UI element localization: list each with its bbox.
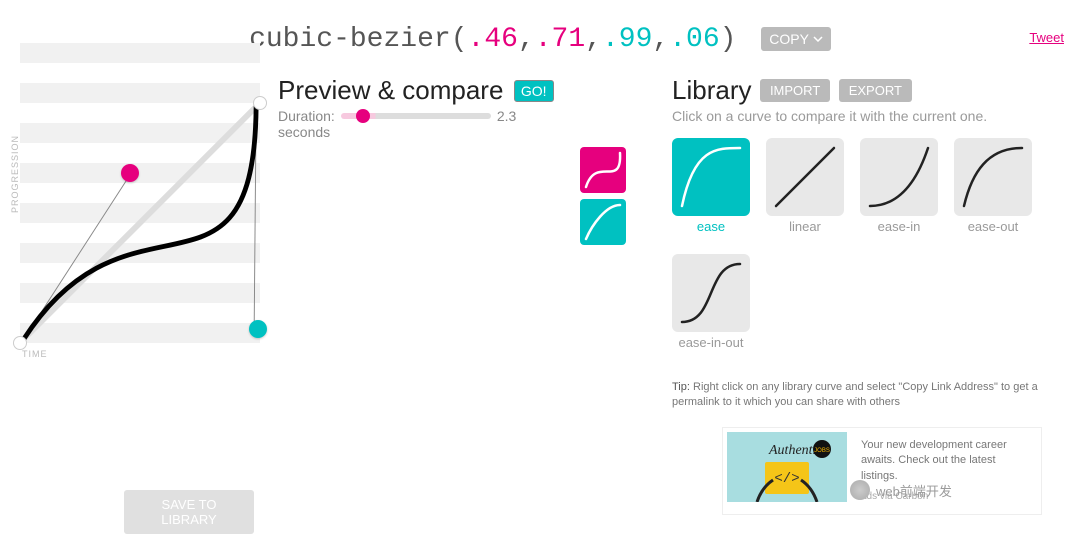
p1y-value[interactable]: .71 [535, 24, 585, 55]
p2y-value[interactable]: .06 [669, 24, 719, 55]
library-item-label: ease-out [968, 219, 1019, 234]
duration-unit: seconds [278, 124, 580, 140]
axis-label-y: PROGRESSION [10, 135, 20, 213]
svg-text:JOBS: JOBS [814, 448, 830, 454]
go-button[interactable]: GO! [514, 80, 554, 102]
copy-button[interactable]: COPY [761, 27, 831, 51]
watermark-icon [850, 480, 870, 500]
svg-text:</>: </> [774, 471, 799, 487]
library-item-label: ease-in-out [678, 335, 743, 350]
save-to-library-button[interactable]: SAVE TO LIBRARY [124, 490, 254, 534]
control-handle-p1[interactable] [121, 164, 139, 182]
library-item-ease-in[interactable]: ease-in [860, 138, 938, 234]
preview-swatch-custom[interactable] [580, 147, 626, 193]
library-title: Library [672, 75, 751, 106]
ad-image: Authentic JOBS </> [727, 432, 847, 502]
duration-value: 2.3 [497, 108, 516, 124]
library-tile [954, 138, 1032, 216]
endpoint-start [13, 336, 27, 350]
import-button[interactable]: IMPORT [760, 79, 830, 102]
duration-label: Duration: [278, 108, 335, 124]
preview-title: Preview & compare [278, 75, 503, 106]
library-tile [860, 138, 938, 216]
library-tile [672, 138, 750, 216]
library-item-ease[interactable]: ease [672, 138, 750, 234]
library-item-ease-out[interactable]: ease-out [954, 138, 1032, 234]
p1x-value[interactable]: .46 [468, 24, 518, 55]
tweet-link[interactable]: Tweet [1029, 30, 1064, 45]
library-item-linear[interactable]: linear [766, 138, 844, 234]
control-handle-p2[interactable] [249, 320, 267, 338]
library-item-ease-in-out[interactable]: ease-in-out [672, 254, 750, 350]
library-desc: Click on a curve to compare it with the … [672, 108, 1070, 124]
preview-swatch-compare[interactable] [580, 199, 626, 245]
chevron-down-icon [813, 36, 823, 42]
library-tip: Tip: Right click on any library curve an… [672, 380, 1052, 411]
fn-name: cubic-bezier [249, 24, 451, 55]
axis-label-x: TIME [22, 349, 48, 395]
library-tile [766, 138, 844, 216]
library-item-label: ease [697, 219, 725, 234]
duration-slider[interactable] [341, 113, 491, 119]
ad-text: Your new development career awaits. Chec… [861, 438, 1033, 484]
endpoint-end [253, 96, 267, 110]
p2x-value[interactable]: .99 [602, 24, 652, 55]
export-button[interactable]: EXPORT [839, 79, 912, 102]
library-item-label: ease-in [878, 219, 921, 234]
library-tile [672, 254, 750, 332]
library-item-label: linear [789, 219, 821, 234]
curve-canvas [20, 43, 260, 393]
carbon-ad[interactable]: Authentic JOBS </> Your new development … [722, 427, 1042, 515]
bezier-graph[interactable]: PROGRESSION TIME [20, 103, 270, 393]
watermark: web前端开发 [850, 480, 952, 500]
